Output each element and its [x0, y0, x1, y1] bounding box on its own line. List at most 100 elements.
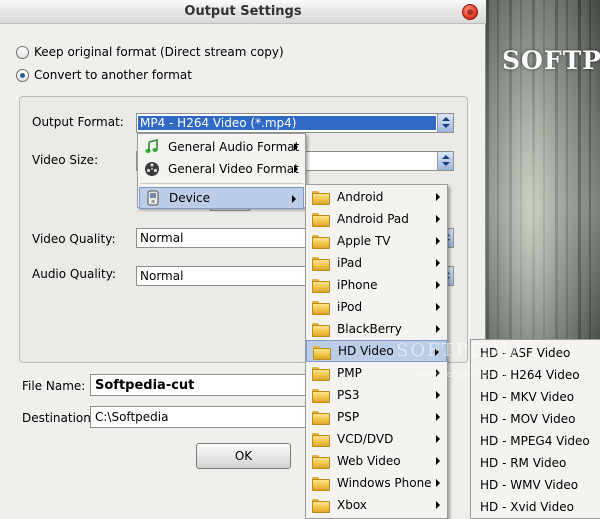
device-item-label: Windows Phone [337, 476, 432, 490]
output-format-dropdown[interactable]: MP4 - H264 Video (*.mp4) [136, 113, 454, 133]
hd-item-hd-rm-video[interactable]: HD - RM Video [471, 452, 600, 474]
submenu-arrow-icon [436, 281, 440, 289]
device-item-label: iPod [337, 300, 363, 314]
hd-item-label: HD - MPEG4 Video [480, 434, 590, 448]
folder-icon [312, 499, 330, 513]
hd-item-hd-mpeg4-video[interactable]: HD - MPEG4 Video [471, 430, 600, 452]
menu-item-general-audio[interactable]: General Audio Format [138, 136, 305, 158]
device-item-label: iPad [337, 256, 363, 270]
convert-format-radio-row[interactable]: Convert to another format [16, 67, 192, 83]
device-item-ipad[interactable]: iPad [306, 252, 447, 274]
softpedia-watermark-url: www.softpedia.com [418, 370, 506, 380]
hd-item-hd-mkv-video[interactable]: HD - MKV Video [471, 386, 600, 408]
file-name-label: File Name: [22, 379, 86, 393]
submenu-arrow-icon [436, 237, 440, 245]
device-item-label: Xbox [337, 498, 367, 512]
device-item-label: iPhone [337, 278, 378, 292]
folder-icon [312, 477, 330, 491]
device-item-label: Android [337, 190, 384, 204]
folder-icon [312, 411, 330, 425]
output-format-label: Output Format: [32, 115, 124, 129]
device-item-windows-phone[interactable]: Windows Phone [306, 472, 447, 494]
device-item-vcd-dvd[interactable]: VCD/DVD [306, 428, 447, 450]
close-button[interactable] [462, 4, 478, 20]
folder-icon [313, 346, 331, 360]
keep-format-radio-row[interactable]: Keep original format (Direct stream copy… [16, 44, 284, 60]
folder-icon [312, 301, 330, 315]
device-item-label: PS3 [337, 388, 360, 402]
dropdown-arrow-icon[interactable] [437, 152, 453, 170]
folder-icon [312, 279, 330, 293]
device-item-label: VCD/DVD [337, 432, 394, 446]
folder-icon [312, 235, 330, 249]
menu-item-device[interactable]: Device [139, 187, 304, 209]
hd-item-label: HD - Xvid Video [480, 500, 574, 514]
device-item-label: Apple TV [337, 234, 391, 248]
device-item-label: HD Video [338, 344, 394, 358]
hd-video-submenu: HD - ASF Video HD - H264 Video HD - MKV Vi… [470, 339, 600, 519]
device-item-android-pad[interactable]: Android Pad [306, 208, 447, 230]
submenu-arrow-icon [294, 143, 298, 151]
menu-item-label: Device [169, 191, 211, 205]
device-item-blackberry[interactable]: BlackBerry [306, 318, 447, 340]
convert-format-label: Convert to another format [34, 68, 192, 82]
device-item-ps3[interactable]: PS3 [306, 384, 447, 406]
device-item-ipod[interactable]: iPod [306, 296, 447, 318]
device-item-psp[interactable]: PSP [306, 406, 447, 428]
keep-format-label: Keep original format (Direct stream copy… [34, 45, 284, 59]
file-name-input[interactable]: Softpedia-cut [90, 374, 306, 396]
submenu-arrow-icon [294, 165, 298, 173]
submenu-arrow-icon [436, 391, 440, 399]
menu-separator [140, 183, 303, 184]
video-size-label: Video Size: [32, 153, 99, 167]
hd-item-hd-mov-video[interactable]: HD - MOV Video [471, 408, 600, 430]
destination-label: Destination: [22, 411, 95, 425]
device-item-xbox[interactable]: Xbox [306, 494, 447, 516]
hd-item-hd-xvid-video[interactable]: HD - Xvid Video [471, 496, 600, 518]
submenu-arrow-icon [436, 501, 440, 509]
keep-format-radio[interactable] [16, 45, 29, 59]
folder-icon [312, 389, 330, 403]
menu-item-label: General Video Format [168, 162, 299, 176]
menu-item-general-video[interactable]: General Video Format [138, 158, 305, 180]
submenu-arrow-icon [436, 215, 440, 223]
submenu-arrow-icon [436, 413, 440, 421]
hd-item-label: HD - MKV Video [480, 390, 575, 404]
submenu-arrow-icon [292, 195, 296, 203]
hd-item-hd-wmv-video[interactable]: HD - WMV Video [471, 474, 600, 496]
output-format-value: MP4 - H264 Video (*.mp4) [138, 116, 436, 130]
device-item-label: Android Pad [337, 212, 409, 226]
softpedia-brand-text: SOFTP [502, 46, 600, 75]
folder-icon [312, 213, 330, 227]
destination-input[interactable]: C:\Softpedia [90, 406, 306, 428]
device-item-web-video[interactable]: Web Video [306, 450, 447, 472]
submenu-arrow-icon [436, 259, 440, 267]
audio-quality-label: Audio Quality: [32, 267, 116, 281]
softpedia-watermark: SOFTPEDIA [396, 340, 526, 361]
device-item-apple-tv[interactable]: Apple TV [306, 230, 447, 252]
dropdown-arrow-icon[interactable] [437, 114, 453, 132]
submenu-arrow-icon [436, 457, 440, 465]
hd-item-label: HD - MOV Video [480, 412, 576, 426]
video-quality-label: Video Quality: [32, 232, 116, 246]
ok-button[interactable]: OK [196, 443, 291, 469]
submenu-arrow-icon [436, 479, 440, 487]
title-bar[interactable]: Output Settings [0, 0, 486, 24]
submenu-arrow-icon [436, 325, 440, 333]
submenu-arrow-icon [436, 193, 440, 201]
hd-item-label: HD - WMV Video [480, 478, 579, 492]
window-title: Output Settings [184, 4, 302, 19]
submenu-arrow-icon [436, 435, 440, 443]
music-note-icon [145, 139, 158, 153]
folder-icon [312, 191, 330, 205]
device-item-android[interactable]: Android [306, 186, 447, 208]
folder-icon [312, 323, 330, 337]
convert-format-radio[interactable] [16, 68, 29, 82]
device-item-label: PMP [337, 366, 362, 380]
folder-icon [312, 257, 330, 271]
device-item-label: Web Video [337, 454, 401, 468]
device-item-label: PSP [337, 410, 360, 424]
film-reel-icon [145, 162, 159, 176]
menu-item-label: General Audio Format [168, 140, 300, 154]
device-item-iphone[interactable]: iPhone [306, 274, 447, 296]
